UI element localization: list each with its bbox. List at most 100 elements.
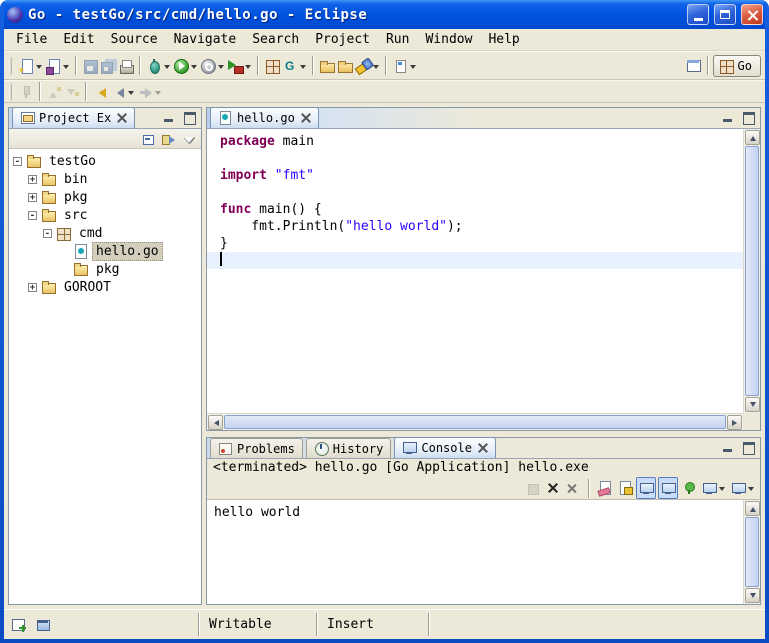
display-console-button[interactable] — [700, 478, 727, 498]
show-stderr-toggle[interactable] — [658, 477, 678, 499]
editor-vertical-scrollbar[interactable] — [743, 129, 760, 413]
tree-expander-icon[interactable]: + — [28, 283, 37, 292]
back-button[interactable] — [109, 82, 136, 102]
tab-problems[interactable]: Problems — [210, 438, 303, 458]
tree-expander-icon[interactable]: - — [28, 211, 37, 220]
tree-item-hello-go[interactable]: hello.go — [9, 242, 201, 260]
console-vertical-scrollbar[interactable] — [743, 500, 760, 604]
go-package-button[interactable] — [263, 56, 281, 76]
minimize-view-button[interactable] — [160, 110, 178, 125]
previous-annotation-button[interactable] — [45, 82, 63, 102]
view-menu-button[interactable] — [180, 129, 198, 149]
tree-item-goroot[interactable]: +GOROOT — [9, 278, 201, 296]
menu-source[interactable]: Source — [103, 30, 166, 49]
new-element-button[interactable] — [44, 56, 71, 76]
pin-editor-button[interactable] — [17, 82, 35, 102]
external-tools-button[interactable] — [226, 56, 253, 76]
toolbar-grip[interactable] — [9, 83, 12, 101]
close-tab-icon[interactable] — [478, 443, 488, 453]
maximize-view-button[interactable] — [180, 110, 198, 125]
menu-navigate[interactable]: Navigate — [166, 30, 245, 49]
code-line-5: func main() { — [207, 201, 743, 218]
remove-launch-button[interactable] — [544, 478, 562, 498]
clear-console-button[interactable] — [596, 478, 614, 498]
tree-item-testgo[interactable]: -testGo — [9, 152, 201, 170]
editor-horizontal-scrollbar[interactable] — [207, 413, 743, 430]
tree-expander-icon[interactable]: + — [28, 175, 37, 184]
tree-expander-icon[interactable]: + — [28, 193, 37, 202]
tab-history[interactable]: History — [306, 438, 392, 458]
explorer-tab-row: Project Ex — [9, 108, 201, 129]
link-with-editor-icon — [161, 131, 177, 147]
tree-item-cmd[interactable]: -cmd — [9, 224, 201, 242]
save-all-button[interactable] — [99, 56, 117, 76]
code-editor[interactable]: package main import "fmt" func main() { … — [207, 129, 743, 413]
minimized-view-icon[interactable] — [35, 617, 51, 633]
open-console-button[interactable] — [729, 478, 756, 498]
tree-item-bin[interactable]: +bin — [9, 170, 201, 188]
menu-edit[interactable]: Edit — [55, 30, 102, 49]
scroll-down-button[interactable] — [745, 588, 760, 603]
close-button[interactable] — [741, 4, 763, 25]
tab-editor-hello-go[interactable]: hello.go — [210, 107, 319, 128]
tree-expander-icon[interactable]: - — [13, 157, 22, 166]
scroll-up-button[interactable] — [745, 501, 760, 516]
maximize-editor-button[interactable] — [739, 110, 757, 125]
previous-annotation-icon — [46, 84, 62, 100]
close-tab-icon[interactable] — [117, 113, 127, 123]
scroll-down-button[interactable] — [745, 397, 760, 412]
perspective-go-button[interactable]: Go — [713, 55, 761, 77]
save-button[interactable] — [81, 56, 99, 76]
scrollbar-thumb[interactable] — [745, 517, 759, 587]
menu-search[interactable]: Search — [244, 30, 307, 49]
maximize-console-button[interactable] — [739, 440, 757, 455]
fast-view-icon[interactable] — [11, 617, 27, 633]
minimize-editor-button[interactable] — [719, 110, 737, 125]
debug-button[interactable] — [145, 56, 172, 76]
open-project-button[interactable] — [336, 56, 354, 76]
tree-item-pkg[interactable]: pkg — [9, 260, 201, 278]
menu-run[interactable]: Run — [378, 30, 417, 49]
workbench-area: Project Ex -testGo+bin+pkg-src-cmdhello.… — [4, 103, 765, 609]
last-edit-location-button[interactable] — [91, 82, 109, 102]
annotation-button[interactable] — [391, 56, 418, 76]
tree-item-pkg[interactable]: +pkg — [9, 188, 201, 206]
next-annotation-button[interactable] — [63, 82, 81, 102]
open-perspective-button[interactable] — [685, 56, 703, 76]
scroll-up-button[interactable] — [745, 130, 760, 145]
forward-button[interactable] — [136, 82, 163, 102]
menu-help[interactable]: Help — [480, 30, 527, 49]
scroll-left-button[interactable] — [208, 415, 223, 430]
collapse-all-button[interactable] — [140, 129, 158, 149]
run-button[interactable] — [172, 56, 199, 76]
scroll-right-button[interactable] — [727, 415, 742, 430]
menu-project[interactable]: Project — [307, 30, 378, 49]
title-bar[interactable]: Go - testGo/src/cmd/hello.go - Eclipse — [4, 0, 765, 29]
show-stdout-toggle[interactable] — [636, 477, 656, 499]
scroll-lock-button[interactable] — [616, 478, 634, 498]
pin-console-button[interactable] — [680, 478, 698, 498]
open-resource-button[interactable] — [318, 56, 336, 76]
maximize-button[interactable] — [714, 4, 736, 25]
tab-label: Console — [421, 441, 472, 455]
minimize-console-button[interactable] — [719, 440, 737, 455]
go-element-button[interactable] — [281, 56, 308, 76]
minimize-button[interactable] — [687, 4, 709, 25]
tree-item-src[interactable]: -src — [9, 206, 201, 224]
link-with-editor-button[interactable] — [160, 129, 178, 149]
menu-window[interactable]: Window — [417, 30, 480, 49]
new-wizard-button[interactable] — [17, 56, 44, 76]
profile-button[interactable] — [199, 56, 226, 76]
tree-expander-icon[interactable]: - — [43, 229, 52, 238]
scrollbar-thumb[interactable] — [745, 146, 759, 396]
search-button[interactable] — [354, 56, 381, 76]
print-button[interactable] — [117, 56, 135, 76]
tab-project-explorer[interactable]: Project Ex — [12, 107, 135, 128]
menu-file[interactable]: File — [8, 30, 55, 49]
toolbar-grip[interactable] — [9, 57, 12, 75]
scrollbar-thumb[interactable] — [224, 415, 726, 429]
remove-all-terminated-button[interactable] — [564, 478, 582, 498]
tab-console[interactable]: Console — [394, 437, 496, 458]
terminate-button[interactable] — [524, 478, 542, 498]
close-editor-tab-icon[interactable] — [301, 113, 311, 123]
